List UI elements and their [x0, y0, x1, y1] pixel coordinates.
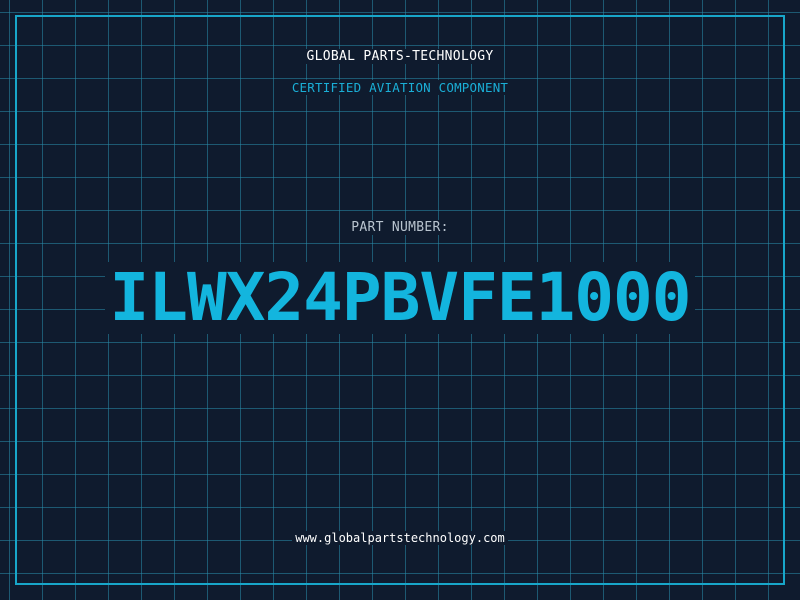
part-number-heading-text: PART NUMBER:	[348, 220, 452, 235]
part-number-container: ILWX24PBVFE1000	[0, 262, 800, 334]
part-number-heading: PART NUMBER:	[0, 220, 800, 235]
website-url: www.globalpartstechnology.com	[0, 531, 800, 545]
certification-subtitle-text: CERTIFIED AVIATION COMPONENT	[288, 80, 512, 95]
company-name: GLOBAL PARTS-TECHNOLOGY	[0, 49, 800, 64]
company-name-text: GLOBAL PARTS-TECHNOLOGY	[303, 49, 497, 64]
part-number-value: ILWX24PBVFE1000	[105, 262, 695, 334]
website-url-text: www.globalpartstechnology.com	[292, 531, 508, 545]
certification-subtitle: CERTIFIED AVIATION COMPONENT	[0, 80, 800, 95]
